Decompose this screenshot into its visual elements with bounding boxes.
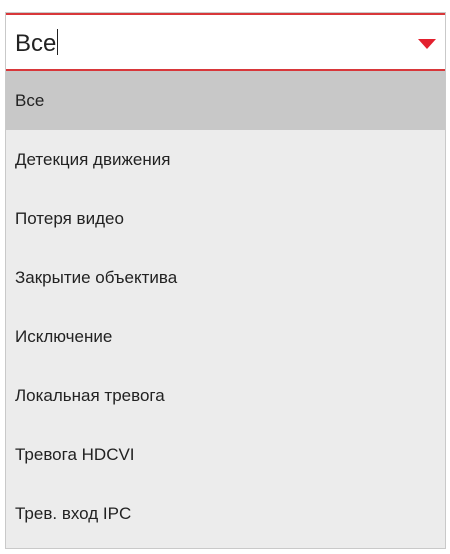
option-exception[interactable]: Исключение [6, 307, 445, 366]
option-tampering[interactable]: Закрытие объектива [6, 248, 445, 307]
select-value-label: Все [15, 30, 57, 57]
event-type-select[interactable]: Все [6, 13, 445, 71]
text-cursor [57, 29, 59, 55]
options-list: Все Детекция движения Потеря видео Закры… [6, 71, 445, 543]
option-hdcvi-alarm[interactable]: Тревога HDCVI [6, 425, 445, 484]
option-all[interactable]: Все [6, 71, 445, 130]
option-motion-detection[interactable]: Детекция движения [6, 130, 445, 189]
chevron-down-icon[interactable] [418, 39, 436, 49]
option-local-alarm[interactable]: Локальная тревога [6, 366, 445, 425]
option-ipc-alarm-input[interactable]: Трев. вход IPC [6, 484, 445, 543]
select-value-text[interactable]: Все [15, 29, 59, 58]
event-type-dropdown[interactable]: Все Все Детекция движения Потеря видео З… [5, 12, 446, 549]
option-video-loss[interactable]: Потеря видео [6, 189, 445, 248]
